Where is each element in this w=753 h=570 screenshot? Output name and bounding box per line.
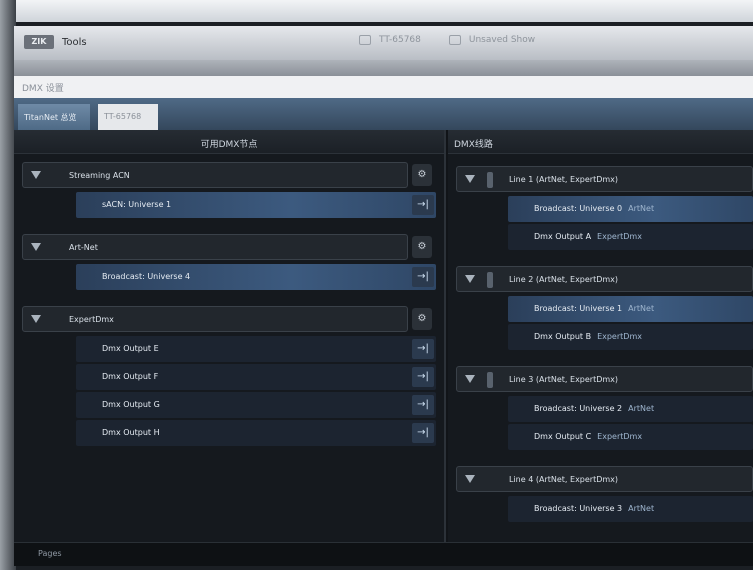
line-2-dmx-output-b[interactable]: Dmx Output B ExpertDmx xyxy=(508,324,753,350)
drag-handle-icon[interactable] xyxy=(487,372,493,388)
line-label: Line 2 (ArtNet, ExpertDmx) xyxy=(509,275,619,284)
gear-icon[interactable]: ⚙ xyxy=(412,236,432,258)
dmx-lines-header: DMX线路 xyxy=(448,130,753,154)
node-broadcast-universe-4[interactable]: Broadcast: Universe 4 →| xyxy=(76,264,436,290)
available-nodes-header: 可用DMX节点 xyxy=(14,130,444,154)
line-item-label: Broadcast: Universe 2 ArtNet xyxy=(534,404,655,413)
group-streaming-acn[interactable]: Streaming ACN xyxy=(22,162,408,188)
group-label: ExpertDmx xyxy=(69,315,114,324)
group-label: Streaming ACN xyxy=(69,171,130,180)
line-label: Line 4 (ArtNet, ExpertDmx) xyxy=(509,475,619,484)
node-label: Broadcast: Universe 4 xyxy=(102,272,191,281)
line-item-label: Dmx Output A ExpertDmx xyxy=(534,232,642,241)
patch-arrow-icon[interactable]: →| xyxy=(412,367,434,387)
tab-console[interactable]: TT-65768 xyxy=(98,104,158,130)
expand-triangle-icon[interactable] xyxy=(465,175,475,183)
line-2-broadcast-universe-1[interactable]: Broadcast: Universe 1 ArtNet xyxy=(508,296,753,322)
show-status: Unsaved Show xyxy=(468,35,536,45)
node-label: Dmx Output H xyxy=(102,428,160,437)
node-label: Dmx Output G xyxy=(102,400,160,409)
node-dmx-output-e[interactable]: Dmx Output E →| xyxy=(76,336,436,362)
line-4-row[interactable]: Line 4 (ArtNet, ExpertDmx) xyxy=(456,466,753,492)
group-label: Art-Net xyxy=(69,243,98,252)
dialog-title: DMX 设置 xyxy=(14,76,753,98)
node-label: Dmx Output E xyxy=(102,344,159,353)
monitor-bezel-top xyxy=(0,0,753,22)
tab-titannet-overview[interactable]: TitanNet 总览 xyxy=(18,104,90,130)
line-item-label: Dmx Output C ExpertDmx xyxy=(534,432,643,441)
expand-triangle-icon[interactable] xyxy=(465,475,475,483)
screen: ZIK Tools TT-65768 Unsaved Show DMX 设置 T… xyxy=(14,26,753,566)
patch-arrow-icon[interactable]: →| xyxy=(412,423,434,443)
line-item-label: Broadcast: Universe 0 ArtNet xyxy=(534,204,655,213)
group-art-net[interactable]: Art-Net xyxy=(22,234,408,260)
drag-handle-icon[interactable] xyxy=(487,172,493,188)
line-3-row[interactable]: Line 3 (ArtNet, ExpertDmx) xyxy=(456,366,753,392)
line-3-broadcast-universe-2[interactable]: Broadcast: Universe 2 ArtNet xyxy=(508,396,753,422)
line-label: Line 1 (ArtNet, ExpertDmx) xyxy=(509,175,619,184)
line-item-label: Broadcast: Universe 1 ArtNet xyxy=(534,304,655,313)
line-item-label: Broadcast: Universe 3 ArtNet xyxy=(534,504,655,513)
expand-triangle-icon[interactable] xyxy=(31,315,41,323)
node-dmx-output-h[interactable]: Dmx Output H →| xyxy=(76,420,436,446)
line-label: Line 3 (ArtNet, ExpertDmx) xyxy=(509,375,619,384)
app-logo: ZIK xyxy=(24,35,54,49)
node-label: sACN: Universe 1 xyxy=(102,200,172,209)
expand-triangle-icon[interactable] xyxy=(31,243,41,251)
drag-handle-icon[interactable] xyxy=(487,272,493,288)
line-1-broadcast-universe-0[interactable]: Broadcast: Universe 0 ArtNet xyxy=(508,196,753,222)
node-label: Dmx Output F xyxy=(102,372,159,381)
show-file-icon xyxy=(448,35,461,45)
line-2-row[interactable]: Line 2 (ArtNet, ExpertDmx) xyxy=(456,266,753,292)
patch-arrow-icon[interactable]: →| xyxy=(412,267,434,287)
patch-arrow-icon[interactable]: →| xyxy=(412,195,434,215)
app-title: Tools xyxy=(62,37,87,48)
expand-triangle-icon[interactable] xyxy=(465,375,475,383)
gear-icon[interactable]: ⚙ xyxy=(412,308,432,330)
gear-icon[interactable]: ⚙ xyxy=(412,164,432,186)
status-bar: Pages xyxy=(14,542,753,566)
console-icon xyxy=(359,35,371,45)
expand-triangle-icon[interactable] xyxy=(31,171,41,179)
toolbar-strip xyxy=(14,60,753,76)
node-dmx-output-g[interactable]: Dmx Output G →| xyxy=(76,392,436,418)
dmx-lines-panel: DMX线路 Line 1 (ArtNet, ExpertDmx) Broadca… xyxy=(448,130,753,542)
title-bar: ZIK Tools TT-65768 Unsaved Show xyxy=(14,26,753,60)
console-status: TT-65768 Unsaved Show xyxy=(359,35,535,45)
console-name: TT-65768 xyxy=(379,35,421,45)
pages-label[interactable]: Pages xyxy=(38,549,62,558)
patch-arrow-icon[interactable]: →| xyxy=(412,339,434,359)
line-3-dmx-output-c[interactable]: Dmx Output C ExpertDmx xyxy=(508,424,753,450)
available-nodes-panel: 可用DMX节点 Streaming ACN ⚙ sACN: Universe 1… xyxy=(14,130,446,542)
line-1-row[interactable]: Line 1 (ArtNet, ExpertDmx) xyxy=(456,166,753,192)
line-4-broadcast-universe-3[interactable]: Broadcast: Universe 3 ArtNet xyxy=(508,496,753,522)
node-dmx-output-f[interactable]: Dmx Output F →| xyxy=(76,364,436,390)
line-item-label: Dmx Output B ExpertDmx xyxy=(534,332,642,341)
patch-arrow-icon[interactable]: →| xyxy=(412,395,434,415)
line-1-dmx-output-a[interactable]: Dmx Output A ExpertDmx xyxy=(508,224,753,250)
group-expertdmx[interactable]: ExpertDmx xyxy=(22,306,408,332)
tab-strip: TitanNet 总览 TT-65768 xyxy=(14,98,753,130)
node-sacn-universe-1[interactable]: sACN: Universe 1 →| xyxy=(76,192,436,218)
expand-triangle-icon[interactable] xyxy=(465,275,475,283)
